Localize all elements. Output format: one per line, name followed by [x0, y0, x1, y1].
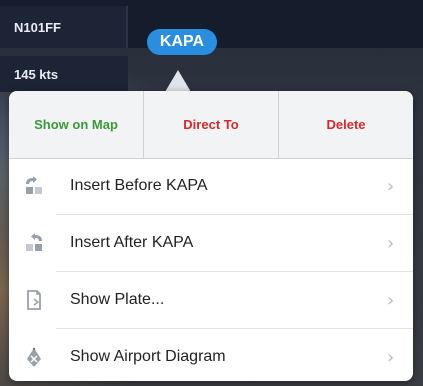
popover-action-bar: Show on Map Direct To Delete: [9, 91, 413, 159]
waypoint-label-kapa[interactable]: KAPA: [147, 29, 217, 55]
chevron-right-icon: ›: [387, 175, 395, 197]
insert-after-label: Insert After KAPA: [70, 234, 194, 251]
speed-value: 145 kts: [14, 66, 59, 82]
show-airport-diagram-label: Show Airport Diagram: [70, 348, 226, 365]
speed-box[interactable]: 145 kts: [0, 56, 128, 92]
chevron-right-icon: ›: [387, 232, 395, 254]
delete-button[interactable]: Delete: [279, 91, 413, 158]
insert-before-item[interactable]: Insert Before KAPA ›: [9, 158, 413, 214]
direct-to-button[interactable]: Direct To: [144, 91, 279, 158]
insert-before-icon: [23, 175, 45, 197]
insert-after-item[interactable]: Insert After KAPA ›: [9, 215, 413, 271]
chevron-right-icon: ›: [387, 289, 395, 311]
show-plate-item[interactable]: Show Plate... ›: [9, 272, 413, 328]
tail-number-box[interactable]: N101FF: [0, 6, 128, 48]
tail-number: N101FF: [14, 19, 61, 35]
show-on-map-button[interactable]: Show on Map: [9, 91, 144, 158]
show-airport-diagram-item[interactable]: Show Airport Diagram ›: [9, 329, 413, 381]
chevron-right-icon: ›: [387, 346, 395, 368]
popover-pointer: [165, 70, 191, 92]
waypoint-popover: Show on Map Direct To Delete Insert Befo…: [9, 91, 413, 381]
airport-diagram-icon: [23, 346, 45, 368]
insert-before-label: Insert Before KAPA: [70, 177, 208, 194]
show-plate-label: Show Plate...: [70, 291, 165, 308]
plate-icon: [23, 289, 45, 311]
insert-after-icon: [23, 232, 45, 254]
